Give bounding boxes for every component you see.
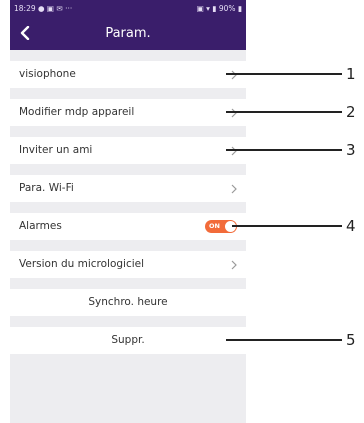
callout-number: 1: [346, 65, 356, 83]
callout-number: 3: [346, 141, 356, 159]
callout-5: 5: [226, 331, 356, 349]
callout-3: 3: [226, 141, 356, 159]
callout-4: 4: [232, 217, 356, 235]
callout-2: 2: [226, 103, 356, 121]
callout-layer: 1 2 3 4 5: [226, 65, 356, 349]
callout-number: 5: [346, 331, 356, 349]
callout-1: 1: [226, 65, 356, 83]
manual-figure: 18:29 ● ▣ ✉ ··· ▣ ▾ ▮ 90% ▮ Param. visio…: [0, 0, 364, 423]
callout-number: 4: [346, 217, 356, 235]
callout-number: 2: [346, 103, 356, 121]
